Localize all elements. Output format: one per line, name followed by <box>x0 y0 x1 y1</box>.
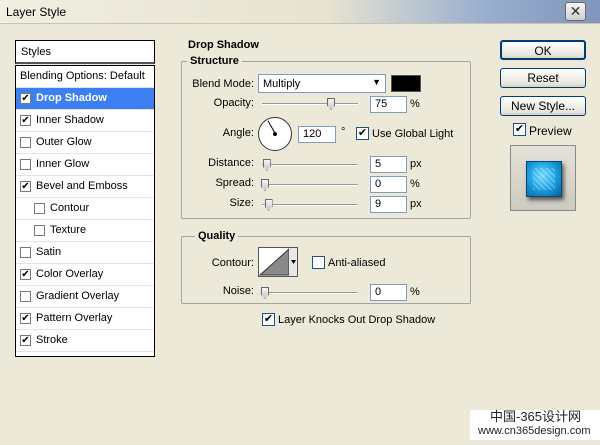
styles-list-item[interactable]: Blending Options: Default <box>16 66 154 88</box>
opacity-unit: % <box>410 98 420 110</box>
styles-list-item[interactable]: Inner Glow <box>16 154 154 176</box>
contour-curve-icon <box>258 247 297 276</box>
styles-list-checkbox[interactable]: ✔ <box>20 269 31 280</box>
preview-label: Preview <box>529 124 572 138</box>
anti-aliased-checkbox[interactable] <box>312 256 325 269</box>
ok-button[interactable]: OK <box>500 40 586 60</box>
size-unit: px <box>410 198 422 210</box>
opacity-slider-track[interactable] <box>262 103 358 105</box>
distance-unit: px <box>410 158 422 170</box>
close-icon[interactable]: ✕ <box>565 2 586 21</box>
styles-list-item[interactable]: ✔ Stroke <box>16 330 154 352</box>
size-slider-track[interactable] <box>262 204 358 206</box>
styles-list-label: Bevel and Emboss <box>36 180 128 192</box>
styles-list-checkbox[interactable]: ✔ <box>20 181 31 192</box>
new-style-button[interactable]: New Style... <box>500 96 586 116</box>
blend-mode-select[interactable]: Multiply ▼ <box>258 74 386 93</box>
styles-list-checkbox[interactable] <box>20 291 31 302</box>
styles-list-item[interactable]: Gradient Overlay <box>16 286 154 308</box>
styles-list-label: Inner Shadow <box>36 114 104 126</box>
angle-dial-center <box>273 132 277 136</box>
preview-checkbox[interactable]: ✔ <box>513 123 526 136</box>
blend-mode-value: Multiply <box>263 78 301 90</box>
watermark-line2: www.cn365design.com <box>478 425 591 437</box>
styles-header[interactable]: Styles <box>15 40 155 64</box>
chevron-down-icon: ▼ <box>372 77 381 87</box>
angle-dial[interactable] <box>258 117 292 151</box>
styles-list-label: Satin <box>36 246 62 258</box>
styles-list-item[interactable]: Contour <box>16 198 154 220</box>
styles-list-checkbox[interactable] <box>20 159 31 170</box>
styles-list-label: Outer Glow <box>36 136 92 148</box>
styles-list-item[interactable]: Texture <box>16 220 154 242</box>
styles-list-checkbox[interactable] <box>34 203 45 214</box>
knocks-out-checkbox[interactable]: ✔ <box>262 313 275 326</box>
styles-list-label: Contour <box>50 202 90 214</box>
styles-list-label: Drop Shadow <box>36 92 107 104</box>
contour-label: Contour: <box>211 257 254 269</box>
spread-slider-track[interactable] <box>262 184 358 186</box>
styles-list-checkbox[interactable] <box>20 247 31 258</box>
styles-list-label: Pattern Overlay <box>36 312 113 324</box>
styles-list-label: Stroke <box>36 334 68 346</box>
styles-list-label: Blending Options: Default <box>20 70 145 82</box>
shadow-color-swatch[interactable] <box>391 75 421 92</box>
distance-label: Distance: <box>208 157 254 169</box>
section-title: Drop Shadow <box>188 39 259 51</box>
structure-title: Structure <box>187 55 242 67</box>
styles-list-item[interactable]: ✔ Bevel and Emboss <box>16 176 154 198</box>
preview-thumbnail <box>526 161 562 197</box>
reset-button[interactable]: Reset <box>500 68 586 88</box>
styles-list-label: Inner Glow <box>36 158 90 170</box>
spread-unit: % <box>410 178 420 190</box>
styles-list-checkbox[interactable]: ✔ <box>20 335 31 346</box>
use-global-light-checkbox[interactable]: ✔ <box>356 127 369 140</box>
contour-picker[interactable] <box>258 247 298 277</box>
use-global-light-label: Use Global Light <box>372 128 454 140</box>
styles-list-item[interactable]: ✔ Pattern Overlay <box>16 308 154 330</box>
angle-input[interactable]: 120 <box>298 126 336 143</box>
styles-list-checkbox[interactable]: ✔ <box>20 313 31 324</box>
size-input[interactable]: 9 <box>370 196 407 213</box>
window-title: Layer Style <box>6 5 67 19</box>
style-preview <box>510 145 576 211</box>
angle-unit: ° <box>341 126 346 138</box>
quality-title: Quality <box>195 230 239 242</box>
styles-header-label: Styles <box>21 46 51 58</box>
styles-list: Blending Options: Default ✔ Drop Shadow ✔ In… <box>15 65 155 357</box>
noise-slider-track[interactable] <box>262 292 358 294</box>
styles-list-item[interactable]: ✔ Color Overlay <box>16 264 154 286</box>
styles-list-item[interactable]: Outer Glow <box>16 132 154 154</box>
noise-unit: % <box>410 286 420 298</box>
spread-input[interactable]: 0 <box>370 176 407 193</box>
styles-list-label: Texture <box>50 224 87 236</box>
title-bar: Layer Style ✕ <box>0 0 600 24</box>
distance-slider-track[interactable] <box>262 164 358 166</box>
opacity-input[interactable]: 75 <box>370 96 407 113</box>
size-label: Size: <box>229 197 254 209</box>
knocks-out-label: Layer Knocks Out Drop Shadow <box>278 314 436 326</box>
styles-list-checkbox[interactable] <box>20 137 31 148</box>
styles-list-label: Gradient Overlay <box>36 290 120 302</box>
styles-list-checkbox[interactable]: ✔ <box>20 93 31 104</box>
noise-label: Noise: <box>222 285 254 297</box>
anti-aliased-label: Anti-aliased <box>328 257 386 269</box>
spread-label: Spread: <box>215 177 254 189</box>
noise-input[interactable]: 0 <box>370 284 407 301</box>
styles-list-item[interactable]: ✔ Drop Shadow <box>16 88 154 110</box>
angle-label: Angle: <box>222 127 254 139</box>
distance-input[interactable]: 5 <box>370 156 407 173</box>
styles-list-checkbox[interactable]: ✔ <box>20 115 31 126</box>
opacity-label: Opacity: <box>213 97 254 109</box>
styles-list-item[interactable]: Satin <box>16 242 154 264</box>
watermark-line1: 中国-365设计网 <box>490 409 582 424</box>
blend-mode-label: Blend Mode: <box>192 78 254 90</box>
watermark: 中国-365设计网 www.cn365design.com <box>470 410 600 440</box>
styles-list-label: Color Overlay <box>36 268 104 280</box>
styles-list-item[interactable]: ✔ Inner Shadow <box>16 110 154 132</box>
styles-list-checkbox[interactable] <box>34 225 45 236</box>
